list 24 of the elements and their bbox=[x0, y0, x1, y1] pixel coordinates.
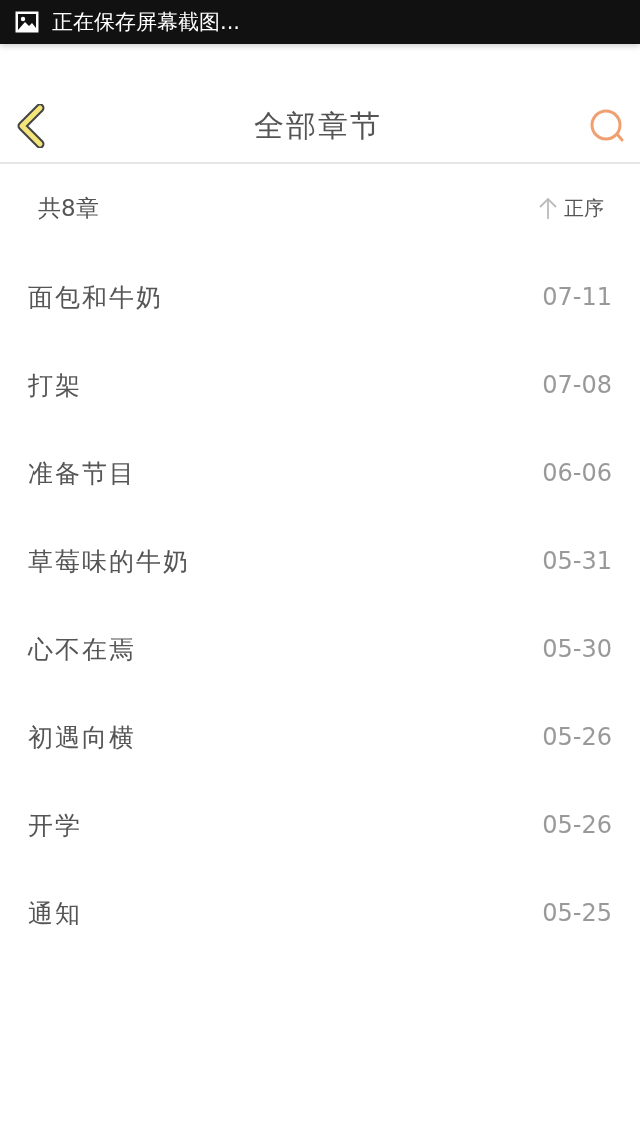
back-icon[interactable] bbox=[16, 104, 46, 148]
arrow-up-icon[interactable] bbox=[538, 196, 558, 220]
chapter-title[interactable]: 初遇向横 bbox=[28, 720, 136, 754]
search-icon[interactable] bbox=[590, 109, 626, 143]
sort-order[interactable]: 正序 bbox=[564, 194, 604, 222]
chapter-date: 05-26 bbox=[542, 811, 612, 839]
chapter-title[interactable]: 草莓味的牛奶 bbox=[28, 544, 190, 578]
page-title: 全部章节 bbox=[254, 106, 382, 145]
chapter-title[interactable]: 准备节目 bbox=[28, 456, 136, 490]
chapter-date: 07-11 bbox=[542, 283, 612, 311]
chapter-count: 共8章 bbox=[38, 193, 99, 223]
chapter-title[interactable]: 通知 bbox=[28, 896, 82, 930]
chapter-title[interactable]: 开学 bbox=[28, 808, 82, 842]
chapter-title[interactable]: 打架 bbox=[28, 368, 82, 402]
chapter-title[interactable]: 面包和牛奶 bbox=[28, 280, 163, 314]
notification-text: 正在保存屏幕截图... bbox=[52, 9, 241, 36]
chapter-date: 05-26 bbox=[542, 723, 612, 751]
chapter-date: 05-25 bbox=[542, 899, 612, 927]
chapter-date: 05-31 bbox=[542, 547, 612, 575]
chapter-title[interactable]: 心不在焉 bbox=[28, 632, 136, 666]
chapter-date: 05-30 bbox=[542, 635, 612, 663]
chapter-date: 06-06 bbox=[542, 459, 612, 487]
image-icon bbox=[14, 10, 40, 34]
chapter-date: 07-08 bbox=[542, 371, 612, 399]
